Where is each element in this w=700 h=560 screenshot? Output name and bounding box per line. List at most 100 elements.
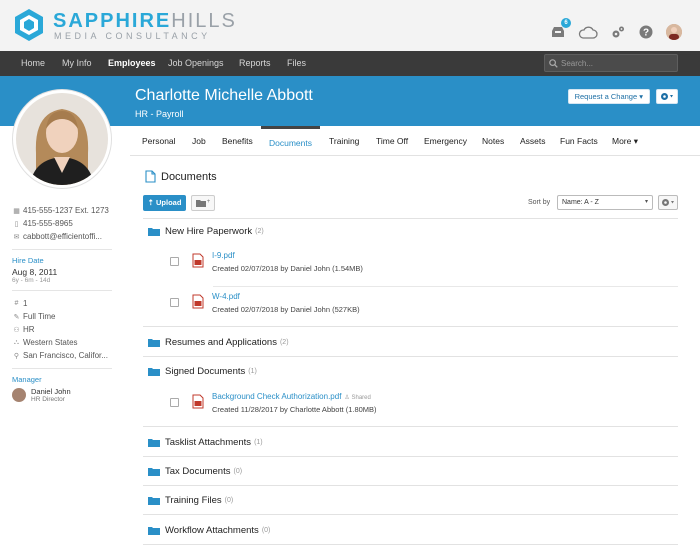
manager-card[interactable]: Daniel John HR Director [12,387,112,403]
file-name-link[interactable]: W-4.pdf [212,292,240,301]
region: ⛬ Western States [12,336,112,349]
location: ⚲ San Francisco, Califor... [12,349,112,362]
folder-signed-documents: Signed Documents (1) Background Check Au… [143,357,678,427]
folder-header[interactable]: New Hire Paperwork (2) [148,226,264,237]
folder-icon [148,228,160,236]
folder-resumes-and-applications: Resumes and Applications (2) [143,327,678,357]
folder-name: Training Files [165,495,222,506]
folder-header[interactable]: Signed Documents (1) [148,366,257,377]
shared-indicator: ♙ Shared [344,395,370,401]
folder-header[interactable]: Tasklist Attachments (1) [148,437,263,448]
sort-by-label: Sort by [528,199,551,206]
region-value: Western States [23,338,78,347]
employee-department: HR - Payroll [135,109,184,119]
folder-icon [148,497,160,505]
document-icon [145,170,156,183]
main-nav: Home My Info Employees Job Openings Repo… [0,51,700,76]
search-input[interactable] [561,58,671,68]
employee-photo[interactable] [13,90,111,188]
employment-status: ✎ Full Time [12,310,112,323]
divider [12,290,112,291]
tab-time-off[interactable]: Time Off [376,126,408,156]
folder-header[interactable]: Tax Documents (0) [148,466,242,477]
folder-training-files: Training Files (0) [143,486,678,515]
nav-employees[interactable]: Employees [108,51,156,76]
folder-name: Tasklist Attachments [165,437,252,448]
upload-icon: ⇡ [147,198,154,207]
tab-notes[interactable]: Notes [482,126,504,156]
email[interactable]: ✉ cabbott@efficientoffi... [12,230,112,243]
sort-select[interactable]: Name: A - Z ▾ [557,195,653,210]
file-checkbox[interactable] [170,257,179,266]
folder-icon [148,527,160,535]
file-checkbox[interactable] [170,398,179,407]
file-checkbox[interactable] [170,298,179,307]
user-avatar[interactable] [666,24,682,40]
work-phone-value: 415-555-1237 Ext. 1273 [23,206,109,215]
tab-training[interactable]: Training [329,126,359,156]
upload-label: Upload [155,198,182,207]
pdf-icon [192,394,204,409]
tab-assets[interactable]: Assets [520,126,546,156]
inbox-icon[interactable]: 6 [550,18,571,40]
folder-name: Workflow Attachments [165,525,259,536]
folder-header[interactable]: Resumes and Applications (2) [148,337,289,348]
tab-job[interactable]: Job [192,126,206,156]
gears-icon[interactable] [610,24,626,40]
documents-title: Documents [161,170,217,183]
logo-icon[interactable] [12,8,46,42]
inbox-badge: 6 [561,18,571,28]
documents-settings-button[interactable] [658,195,678,210]
nav-my-info[interactable]: My Info [62,51,92,76]
employee-number: #1 [12,297,112,310]
hash-icon: # [14,300,19,307]
file-name-link[interactable]: Background Check Authorization.pdf [212,392,341,401]
mobile-icon: ▯ [14,220,19,228]
caret-down-icon: ▾ [644,199,648,205]
divider [12,249,112,250]
divider [12,368,112,369]
request-change-button[interactable]: Request a Change ▾ [567,89,650,104]
folder-count: (1) [248,368,257,375]
file-meta: Created 02/07/2018 by Daniel John (527KB… [212,305,360,314]
tab-more-label: More [612,136,632,146]
folder-new-hire-paperwork: New Hire Paperwork (2) I-9.pdf Created 0… [143,218,678,327]
upload-button[interactable]: ⇡ Upload [143,195,186,211]
mobile-phone-value: 415-555-8965 [23,219,73,228]
manager-name: Daniel John [31,387,71,396]
search-box [544,54,678,72]
file-name-link[interactable]: I-9.pdf [212,251,235,260]
manager-avatar [12,388,26,402]
envelope-icon: ✉ [13,233,20,241]
folder-count: (2) [255,228,264,235]
brand-name-light: HILLS [171,10,237,32]
nav-home[interactable]: Home [21,51,45,76]
tab-documents[interactable]: Documents [261,126,320,156]
sort-select-value: Name: A - Z [562,199,599,206]
employee-settings-button[interactable] [656,89,678,104]
sitemap-icon: ⛬ [14,338,19,346]
cloud-upload-icon[interactable] [578,24,598,40]
folder-header[interactable]: Training Files (0) [148,495,233,506]
tab-personal[interactable]: Personal [142,126,176,156]
nav-reports[interactable]: Reports [239,51,271,76]
help-icon[interactable]: ? [638,24,654,40]
file-name: Background Check Authorization.pdf ♙ Shar… [212,392,371,401]
employee-info-panel: ▦ 415-555-1237 Ext. 1273 ▯ 415-555-8965 ✉ c… [12,204,112,403]
folder-name: Tax Documents [165,466,231,477]
folder-header[interactable]: Workflow Attachments (0) [148,525,270,536]
file-meta: Created 02/07/2018 by Daniel John (1.54M… [212,264,363,273]
pdf-icon [192,253,204,268]
tab-fun-facts[interactable]: Fun Facts [560,126,598,156]
nav-job-openings[interactable]: Job Openings [168,51,224,76]
map-marker-icon: ⚲ [13,352,20,360]
new-folder-button[interactable]: + [191,195,215,211]
folder-name: Signed Documents [165,366,246,377]
tab-benefits[interactable]: Benefits [222,126,253,156]
tab-more[interactable]: More ▾ [612,126,638,156]
tab-emergency[interactable]: Emergency [424,126,467,156]
file-meta: Created 11/28/2017 by Charlotte Abbott (… [212,405,377,414]
nav-files[interactable]: Files [287,51,306,76]
svg-text:+: + [207,199,211,205]
employee-number-value: 1 [23,299,28,308]
